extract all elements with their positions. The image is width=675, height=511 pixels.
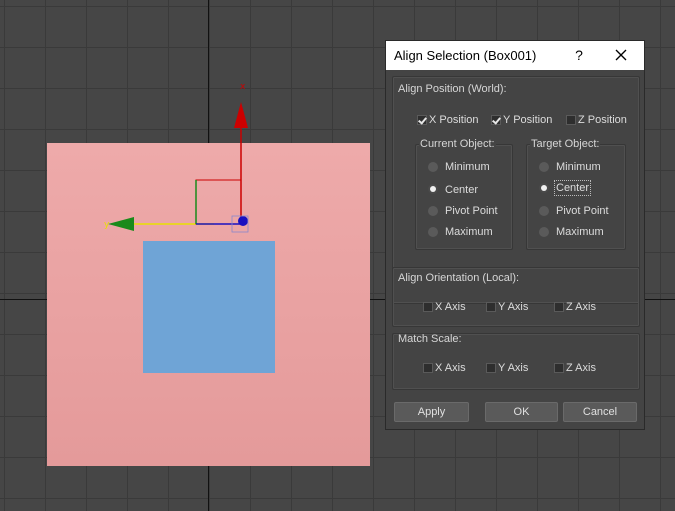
x-position-label: X Position	[429, 114, 479, 126]
scale-z-axis-checkbox[interactable]	[554, 363, 564, 373]
current-object-label: Current Object:	[419, 138, 496, 150]
ok-button[interactable]: OK	[485, 402, 558, 422]
target-maximum-radio[interactable]	[539, 227, 549, 237]
scale-y-axis-checkbox[interactable]	[486, 363, 496, 373]
dialog-title: Align Selection (Box001)	[394, 48, 537, 63]
target-center-label: Center	[553, 180, 592, 196]
scale-x-axis-checkbox[interactable]	[423, 363, 433, 373]
dialog-titlebar[interactable]: Align Selection (Box001) ?	[386, 41, 644, 70]
apply-button[interactable]: Apply	[394, 402, 469, 422]
orientation-x-axis-checkbox[interactable]	[423, 302, 433, 312]
orientation-y-axis-checkbox[interactable]	[486, 302, 496, 312]
target-center-radio[interactable]	[539, 183, 549, 193]
current-minimum-radio[interactable]	[428, 162, 438, 172]
target-pivot-point-radio[interactable]	[539, 206, 549, 216]
help-button[interactable]: ?	[570, 46, 588, 64]
orientation-z-axis-checkbox[interactable]	[554, 302, 564, 312]
current-pivot-point-radio[interactable]	[428, 206, 438, 216]
current-minimum-label: Minimum	[445, 161, 490, 173]
scale-x-axis-label: X Axis	[435, 362, 466, 374]
align-selection-dialog: Align Selection (Box001) ? Align Positio…	[385, 40, 645, 430]
align-orientation-label: Align Orientation (Local):	[398, 272, 520, 284]
match-scale-label: Match Scale:	[398, 333, 462, 345]
current-center-label: Center	[445, 184, 479, 196]
current-center-radio[interactable]	[428, 184, 438, 194]
z-position-checkbox[interactable]	[566, 115, 576, 125]
orientation-x-axis-label: X Axis	[435, 301, 466, 313]
current-maximum-label: Maximum	[445, 226, 493, 238]
target-minimum-radio[interactable]	[539, 162, 549, 172]
scale-z-axis-label: Z Axis	[566, 362, 596, 374]
z-position-label: Z Position	[578, 114, 627, 126]
z-axis-arrow[interactable]	[234, 102, 248, 128]
x-position-checkbox[interactable]	[417, 115, 427, 125]
target-minimum-label: Minimum	[556, 161, 601, 173]
cancel-button[interactable]: Cancel	[563, 402, 637, 422]
box-small-blue[interactable]	[143, 241, 275, 373]
target-maximum-label: Maximum	[556, 226, 604, 238]
orientation-y-axis-label: Y Axis	[498, 301, 529, 313]
close-icon[interactable]	[610, 44, 632, 66]
scale-y-axis-label: Y Axis	[498, 362, 529, 374]
align-position-label: Align Position (World):	[398, 83, 507, 95]
target-object-label: Target Object:	[530, 138, 601, 150]
y-position-checkbox[interactable]	[491, 115, 501, 125]
current-maximum-radio[interactable]	[428, 227, 438, 237]
y-position-label: Y Position	[503, 114, 553, 126]
orientation-z-axis-label: Z Axis	[566, 301, 596, 313]
target-pivot-point-label: Pivot Point	[556, 205, 609, 217]
gizmo-x-label: x	[240, 82, 246, 92]
current-pivot-point-label: Pivot Point	[445, 205, 498, 217]
